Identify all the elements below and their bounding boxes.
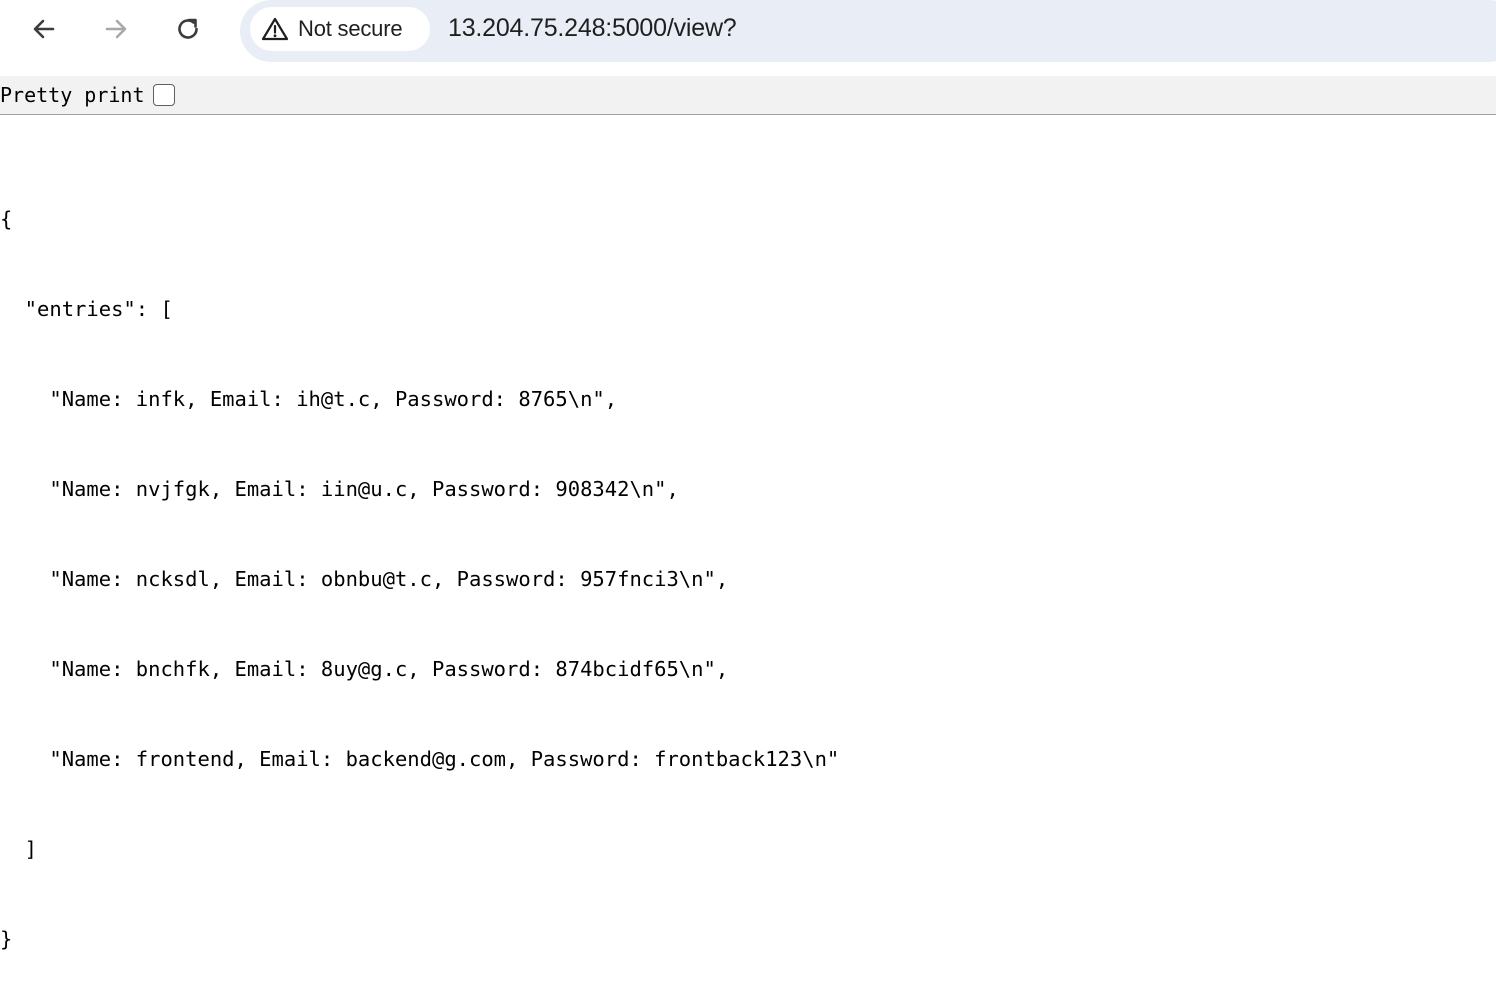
json-entry: "Name: bnchfk, Email: 8uy@g.c, Password:… xyxy=(0,657,729,681)
json-close-brace: } xyxy=(0,927,13,951)
json-entry: "Name: nvjfgk, Email: iin@u.c, Password:… xyxy=(0,477,679,501)
reload-button[interactable] xyxy=(168,10,208,48)
address-bar[interactable]: Not secure 13.204.75.248:5000/view? xyxy=(240,0,1496,62)
json-entry: "Name: ncksdl, Email: obnbu@t.c, Passwor… xyxy=(0,567,729,591)
pretty-print-checkbox[interactable] xyxy=(152,84,175,106)
json-entries-key: "entries": [ xyxy=(0,297,173,321)
json-entry: "Name: infk, Email: ih@t.c, Password: 87… xyxy=(0,387,618,411)
url-text[interactable]: 13.204.75.248:5000/view? xyxy=(448,14,737,43)
security-indicator[interactable]: Not secure xyxy=(250,7,430,51)
arrow-right-icon xyxy=(105,19,127,39)
reload-icon xyxy=(178,18,198,39)
pretty-print-label: Pretty print xyxy=(0,83,145,107)
back-button[interactable] xyxy=(24,10,64,48)
warning-triangle-icon xyxy=(260,14,290,44)
json-viewer: { "entries": [ "Name: infk, Email: ih@t.… xyxy=(0,144,839,984)
json-entry: "Name: frontend, Email: backend@g.com, P… xyxy=(0,747,840,771)
arrow-left-icon xyxy=(33,19,55,39)
forward-button[interactable] xyxy=(96,10,136,48)
browser-toolbar: Not secure 13.204.75.248:5000/view? xyxy=(0,0,1496,74)
pretty-print-bar: Pretty print xyxy=(0,76,1496,115)
json-close-bracket: ] xyxy=(0,837,38,861)
security-label: Not secure xyxy=(298,16,403,41)
json-open-brace: { xyxy=(0,207,13,231)
